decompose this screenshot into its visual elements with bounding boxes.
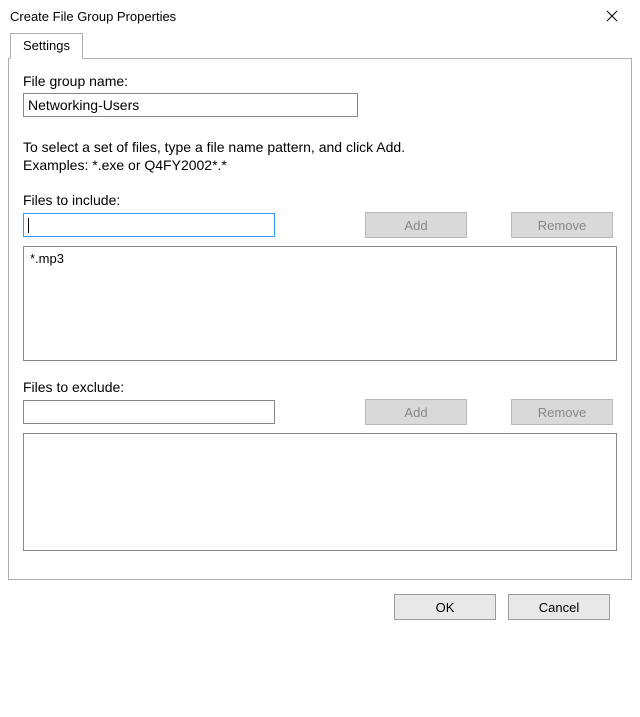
include-remove-button[interactable]: Remove (511, 212, 613, 238)
titlebar: Create File Group Properties (0, 0, 640, 32)
hint-line-2: Examples: *.exe or Q4FY2002*.* (23, 157, 227, 173)
window-title: Create File Group Properties (10, 9, 176, 24)
file-group-name-label: File group name: (23, 73, 617, 89)
exclude-pattern-input[interactable] (23, 400, 275, 424)
hint-line-1: To select a set of files, type a file na… (23, 139, 405, 155)
cancel-button[interactable]: Cancel (508, 594, 610, 620)
include-label: Files to include: (23, 192, 617, 208)
file-group-name-input[interactable] (23, 93, 358, 117)
list-item[interactable]: *.mp3 (30, 251, 610, 266)
include-add-button[interactable]: Add (365, 212, 467, 238)
settings-panel: File group name: To select a set of file… (8, 58, 632, 580)
exclude-listbox[interactable] (23, 433, 617, 551)
exclude-add-button[interactable]: Add (365, 399, 467, 425)
close-button[interactable] (594, 2, 630, 30)
dialog-footer: OK Cancel (8, 580, 632, 620)
include-listbox[interactable]: *.mp3 (23, 246, 617, 361)
exclude-label: Files to exclude: (23, 379, 617, 395)
tab-settings[interactable]: Settings (10, 33, 83, 59)
ok-button[interactable]: OK (394, 594, 496, 620)
include-pattern-input[interactable] (23, 213, 275, 237)
pattern-hint: To select a set of files, type a file na… (23, 139, 617, 174)
exclude-remove-button[interactable]: Remove (511, 399, 613, 425)
tabstrip: Settings (8, 33, 632, 59)
close-icon (606, 10, 618, 22)
